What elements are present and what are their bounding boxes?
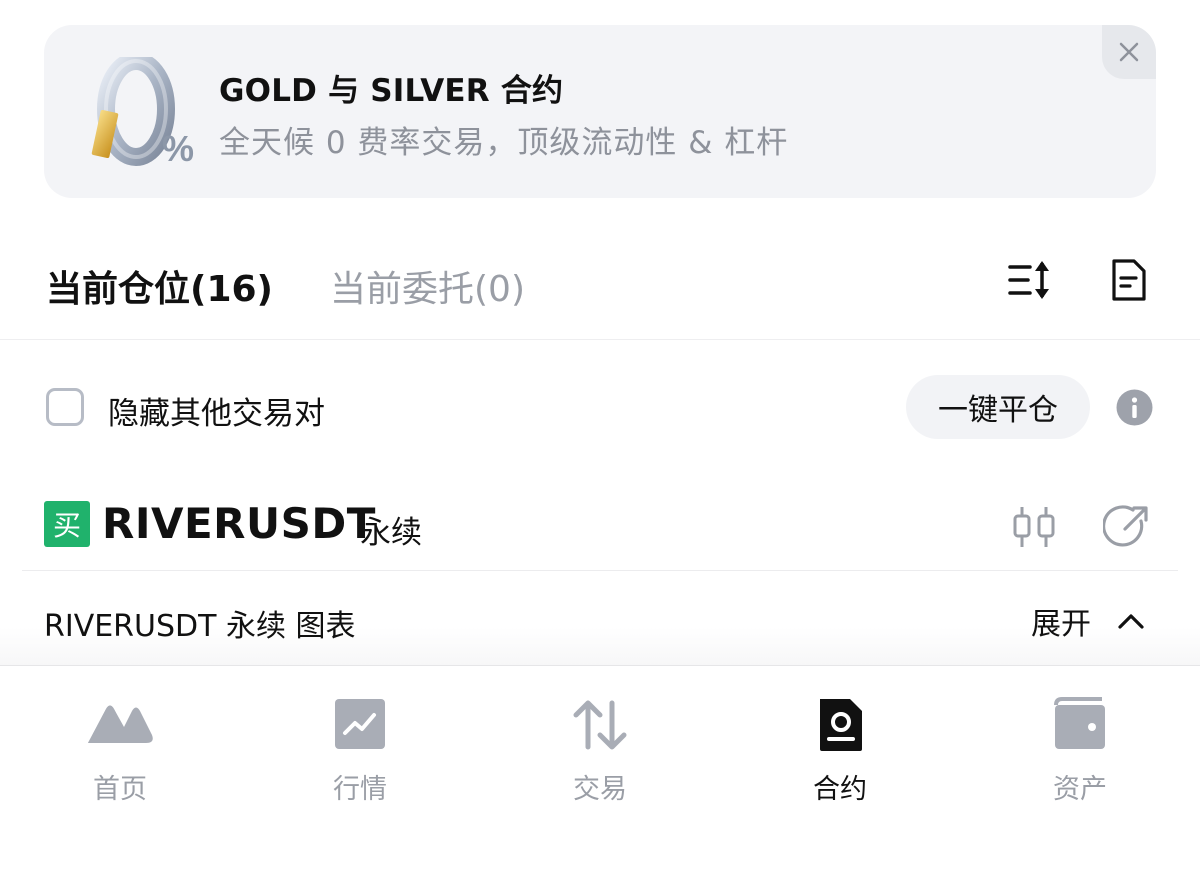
- tab-current-positions[interactable]: 当前仓位(16): [46, 260, 273, 312]
- nav-label-home: 首页: [93, 774, 147, 805]
- position-symbol: RIVERUSDT: [102, 499, 376, 548]
- contract-icon: [820, 699, 862, 751]
- info-icon[interactable]: [1116, 389, 1153, 426]
- position-tabs: 当前仓位(16) 当前委托(0): [0, 230, 1200, 340]
- home-icon: [88, 705, 153, 743]
- zero-percent-logo-icon: %: [91, 57, 194, 169]
- close-all-positions-button[interactable]: 一键平仓: [906, 375, 1090, 439]
- banner-title: GOLD 与 SILVER 合约: [219, 73, 564, 109]
- bottom-navigation: 首页 行情 交易 合约 资产: [0, 667, 1200, 891]
- hide-other-pairs-label: 隐藏其他交易对: [108, 396, 325, 432]
- sort-icon[interactable]: [1006, 256, 1054, 304]
- trade-icon: [573, 700, 627, 750]
- close-icon: [1119, 42, 1139, 62]
- share-icon[interactable]: [1103, 503, 1151, 551]
- nav-label-contract: 合约: [813, 774, 867, 805]
- banner-close-button[interactable]: [1102, 25, 1156, 79]
- chart-toggle-row[interactable]: RIVERUSDT 永续 图表 展开: [0, 571, 1200, 666]
- nav-label-market: 行情: [333, 774, 387, 805]
- market-icon: [335, 699, 385, 749]
- nav-item-contract[interactable]: 合约: [740, 695, 940, 806]
- candlestick-chart-icon[interactable]: [1010, 503, 1058, 551]
- chart-section-label: RIVERUSDT 永续 图表: [44, 609, 356, 644]
- wallet-icon: [1054, 697, 1105, 749]
- buy-side-badge: 买: [44, 501, 90, 547]
- position-filter-row: 隐藏其他交易对 一键平仓: [0, 341, 1200, 471]
- tab-open-orders[interactable]: 当前委托(0): [330, 260, 525, 312]
- banner-subtitle: 全天候 0 费率交易，顶级流动性 & 杠杆: [219, 125, 789, 161]
- nav-item-market[interactable]: 行情: [260, 695, 460, 806]
- nav-item-assets[interactable]: 资产: [980, 695, 1180, 806]
- contract-type-label: 永续: [360, 515, 422, 551]
- nav-label-trade: 交易: [573, 774, 627, 805]
- svg-text:%: %: [162, 128, 194, 169]
- expand-label: 展开: [1031, 607, 1091, 642]
- nav-item-trade[interactable]: 交易: [500, 695, 700, 806]
- history-document-icon[interactable]: [1104, 256, 1152, 304]
- chevron-up-icon: [1118, 614, 1144, 629]
- position-header: 买 RIVERUSDT 永续: [0, 471, 1200, 571]
- expand-chart-button[interactable]: 展开: [1031, 599, 1145, 643]
- promo-banner[interactable]: % GOLD 与 SILVER 合约 全天候 0 费率交易，顶级流动性 & 杠杆: [44, 25, 1156, 198]
- nav-item-home[interactable]: 首页: [20, 695, 220, 806]
- nav-label-assets: 资产: [1053, 774, 1107, 805]
- hide-other-pairs-checkbox[interactable]: [46, 388, 84, 426]
